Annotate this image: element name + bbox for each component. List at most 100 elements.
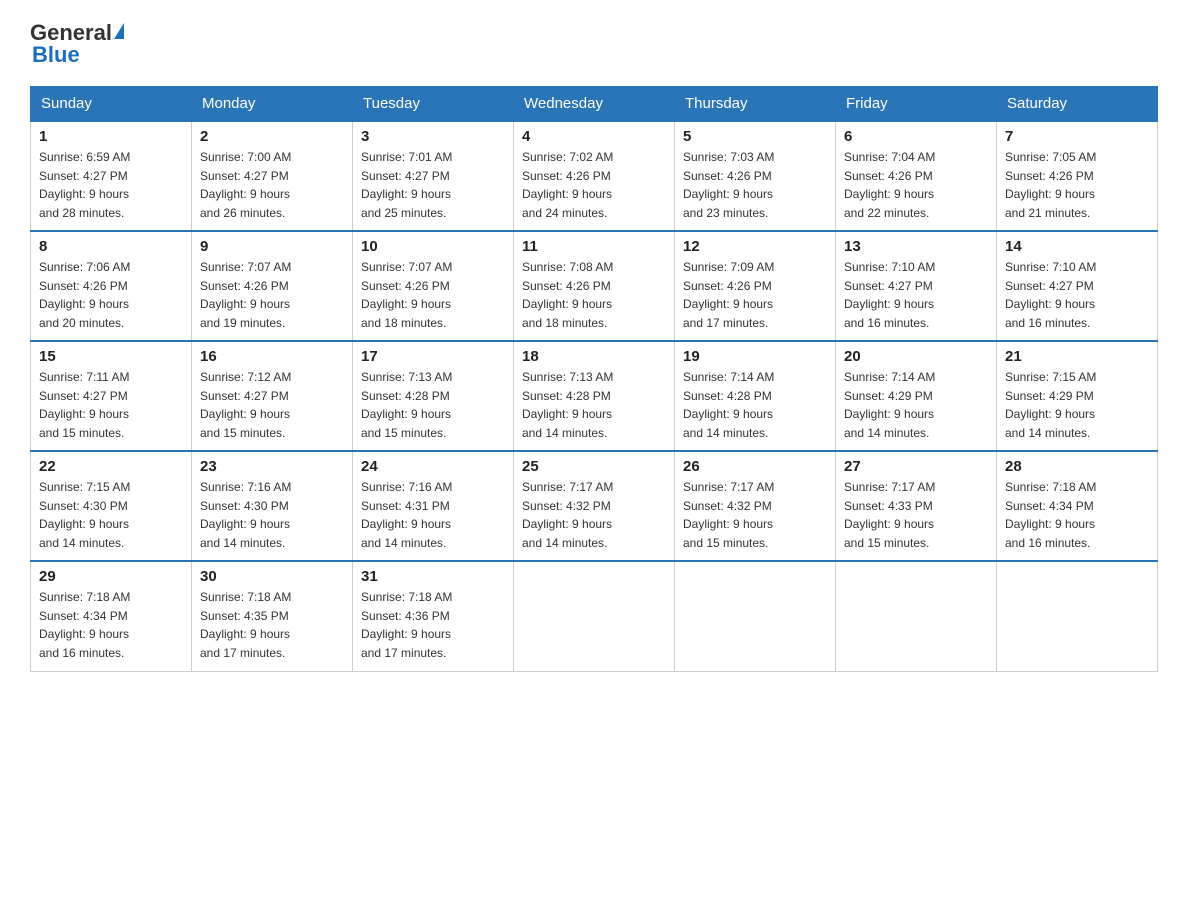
day-info: Sunrise: 7:14 AMSunset: 4:29 PMDaylight:… (844, 370, 935, 440)
day-number: 4 (522, 128, 666, 145)
day-info: Sunrise: 7:02 AMSunset: 4:26 PMDaylight:… (522, 150, 613, 220)
col-header-monday: Monday (192, 87, 353, 122)
calendar-cell: 22 Sunrise: 7:15 AMSunset: 4:30 PMDaylig… (31, 451, 192, 561)
day-number: 22 (39, 458, 183, 475)
day-number: 30 (200, 568, 344, 585)
day-number: 27 (844, 458, 988, 475)
logo-triangle-icon (114, 23, 124, 39)
calendar-cell: 13 Sunrise: 7:10 AMSunset: 4:27 PMDaylig… (836, 231, 997, 341)
calendar-week-row: 22 Sunrise: 7:15 AMSunset: 4:30 PMDaylig… (31, 451, 1158, 561)
day-info: Sunrise: 7:11 AMSunset: 4:27 PMDaylight:… (39, 370, 130, 440)
day-info: Sunrise: 7:14 AMSunset: 4:28 PMDaylight:… (683, 370, 774, 440)
calendar-cell: 3 Sunrise: 7:01 AMSunset: 4:27 PMDayligh… (353, 121, 514, 231)
day-number: 28 (1005, 458, 1149, 475)
day-number: 12 (683, 238, 827, 255)
day-info: Sunrise: 7:08 AMSunset: 4:26 PMDaylight:… (522, 260, 613, 330)
day-info: Sunrise: 7:17 AMSunset: 4:32 PMDaylight:… (683, 480, 774, 550)
day-info: Sunrise: 7:12 AMSunset: 4:27 PMDaylight:… (200, 370, 291, 440)
day-number: 7 (1005, 128, 1149, 145)
page-header: General Blue (30, 20, 1158, 68)
day-number: 24 (361, 458, 505, 475)
calendar-cell: 2 Sunrise: 7:00 AMSunset: 4:27 PMDayligh… (192, 121, 353, 231)
col-header-tuesday: Tuesday (353, 87, 514, 122)
day-info: Sunrise: 7:15 AMSunset: 4:29 PMDaylight:… (1005, 370, 1096, 440)
calendar-cell: 30 Sunrise: 7:18 AMSunset: 4:35 PMDaylig… (192, 561, 353, 671)
day-info: Sunrise: 7:03 AMSunset: 4:26 PMDaylight:… (683, 150, 774, 220)
calendar-cell: 20 Sunrise: 7:14 AMSunset: 4:29 PMDaylig… (836, 341, 997, 451)
day-number: 18 (522, 348, 666, 365)
day-number: 9 (200, 238, 344, 255)
day-info: Sunrise: 6:59 AMSunset: 4:27 PMDaylight:… (39, 150, 130, 220)
day-info: Sunrise: 7:00 AMSunset: 4:27 PMDaylight:… (200, 150, 291, 220)
day-number: 31 (361, 568, 505, 585)
calendar-cell: 24 Sunrise: 7:16 AMSunset: 4:31 PMDaylig… (353, 451, 514, 561)
day-info: Sunrise: 7:13 AMSunset: 4:28 PMDaylight:… (361, 370, 452, 440)
calendar-cell: 23 Sunrise: 7:16 AMSunset: 4:30 PMDaylig… (192, 451, 353, 561)
calendar-cell: 9 Sunrise: 7:07 AMSunset: 4:26 PMDayligh… (192, 231, 353, 341)
day-info: Sunrise: 7:17 AMSunset: 4:33 PMDaylight:… (844, 480, 935, 550)
day-number: 21 (1005, 348, 1149, 365)
calendar-cell: 25 Sunrise: 7:17 AMSunset: 4:32 PMDaylig… (514, 451, 675, 561)
day-number: 17 (361, 348, 505, 365)
calendar-cell: 7 Sunrise: 7:05 AMSunset: 4:26 PMDayligh… (997, 121, 1158, 231)
calendar-cell: 17 Sunrise: 7:13 AMSunset: 4:28 PMDaylig… (353, 341, 514, 451)
day-number: 14 (1005, 238, 1149, 255)
calendar-cell: 26 Sunrise: 7:17 AMSunset: 4:32 PMDaylig… (675, 451, 836, 561)
day-info: Sunrise: 7:05 AMSunset: 4:26 PMDaylight:… (1005, 150, 1096, 220)
day-number: 29 (39, 568, 183, 585)
calendar-cell (836, 561, 997, 671)
day-number: 2 (200, 128, 344, 145)
calendar-week-row: 29 Sunrise: 7:18 AMSunset: 4:34 PMDaylig… (31, 561, 1158, 671)
day-number: 25 (522, 458, 666, 475)
day-number: 26 (683, 458, 827, 475)
calendar-cell: 19 Sunrise: 7:14 AMSunset: 4:28 PMDaylig… (675, 341, 836, 451)
calendar-cell: 29 Sunrise: 7:18 AMSunset: 4:34 PMDaylig… (31, 561, 192, 671)
calendar-cell: 14 Sunrise: 7:10 AMSunset: 4:27 PMDaylig… (997, 231, 1158, 341)
day-info: Sunrise: 7:18 AMSunset: 4:35 PMDaylight:… (200, 590, 291, 660)
day-number: 15 (39, 348, 183, 365)
calendar-cell: 4 Sunrise: 7:02 AMSunset: 4:26 PMDayligh… (514, 121, 675, 231)
day-number: 10 (361, 238, 505, 255)
calendar-cell: 21 Sunrise: 7:15 AMSunset: 4:29 PMDaylig… (997, 341, 1158, 451)
col-header-saturday: Saturday (997, 87, 1158, 122)
calendar-cell: 1 Sunrise: 6:59 AMSunset: 4:27 PMDayligh… (31, 121, 192, 231)
day-info: Sunrise: 7:17 AMSunset: 4:32 PMDaylight:… (522, 480, 613, 550)
calendar-cell (514, 561, 675, 671)
calendar-cell (675, 561, 836, 671)
calendar-cell: 28 Sunrise: 7:18 AMSunset: 4:34 PMDaylig… (997, 451, 1158, 561)
day-number: 20 (844, 348, 988, 365)
day-number: 16 (200, 348, 344, 365)
day-number: 3 (361, 128, 505, 145)
day-number: 8 (39, 238, 183, 255)
logo-blue-text: Blue (30, 42, 80, 68)
day-info: Sunrise: 7:18 AMSunset: 4:34 PMDaylight:… (1005, 480, 1096, 550)
col-header-friday: Friday (836, 87, 997, 122)
day-number: 6 (844, 128, 988, 145)
calendar-cell (997, 561, 1158, 671)
day-number: 19 (683, 348, 827, 365)
calendar-cell: 11 Sunrise: 7:08 AMSunset: 4:26 PMDaylig… (514, 231, 675, 341)
col-header-sunday: Sunday (31, 87, 192, 122)
calendar-cell: 6 Sunrise: 7:04 AMSunset: 4:26 PMDayligh… (836, 121, 997, 231)
day-number: 1 (39, 128, 183, 145)
day-info: Sunrise: 7:01 AMSunset: 4:27 PMDaylight:… (361, 150, 452, 220)
day-info: Sunrise: 7:06 AMSunset: 4:26 PMDaylight:… (39, 260, 130, 330)
day-info: Sunrise: 7:09 AMSunset: 4:26 PMDaylight:… (683, 260, 774, 330)
day-info: Sunrise: 7:18 AMSunset: 4:36 PMDaylight:… (361, 590, 452, 660)
calendar-cell: 8 Sunrise: 7:06 AMSunset: 4:26 PMDayligh… (31, 231, 192, 341)
calendar-week-row: 8 Sunrise: 7:06 AMSunset: 4:26 PMDayligh… (31, 231, 1158, 341)
calendar-header-row: SundayMondayTuesdayWednesdayThursdayFrid… (31, 87, 1158, 122)
calendar-table: SundayMondayTuesdayWednesdayThursdayFrid… (30, 86, 1158, 672)
calendar-cell: 5 Sunrise: 7:03 AMSunset: 4:26 PMDayligh… (675, 121, 836, 231)
calendar-cell: 31 Sunrise: 7:18 AMSunset: 4:36 PMDaylig… (353, 561, 514, 671)
logo: General Blue (30, 20, 124, 68)
day-info: Sunrise: 7:13 AMSunset: 4:28 PMDaylight:… (522, 370, 613, 440)
day-number: 5 (683, 128, 827, 145)
day-info: Sunrise: 7:10 AMSunset: 4:27 PMDaylight:… (844, 260, 935, 330)
day-number: 11 (522, 238, 666, 255)
day-info: Sunrise: 7:07 AMSunset: 4:26 PMDaylight:… (200, 260, 291, 330)
calendar-cell: 27 Sunrise: 7:17 AMSunset: 4:33 PMDaylig… (836, 451, 997, 561)
calendar-cell: 18 Sunrise: 7:13 AMSunset: 4:28 PMDaylig… (514, 341, 675, 451)
day-info: Sunrise: 7:15 AMSunset: 4:30 PMDaylight:… (39, 480, 130, 550)
day-info: Sunrise: 7:04 AMSunset: 4:26 PMDaylight:… (844, 150, 935, 220)
